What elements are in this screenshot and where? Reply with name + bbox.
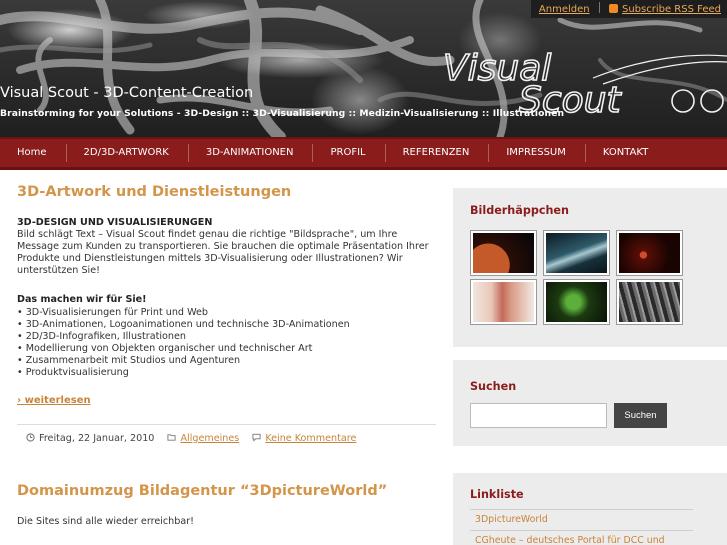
clock-icon [26,433,35,442]
site-title[interactable]: Visual Scout - 3D-Content-Creation [0,85,253,101]
nav-item-home[interactable]: Home [0,144,67,162]
folder-icon [167,434,177,441]
search-widget-title: Suchen [470,380,517,393]
top-links-bar: Anmelden Subscribe RSS Feed [530,0,727,18]
gallery-thumb-4[interactable] [470,279,537,325]
service-list-item: • 2D/3D-Infografiken, Illustrationen [17,330,186,342]
nav-item-profil[interactable]: PROFIL [313,144,386,162]
post-meta: Freitag, 22 Januar, 2010 Allgemeines Kei… [17,424,436,444]
gallery-widget: Bilderhäppchen [453,188,727,347]
gallery-thumb-6[interactable] [616,279,683,325]
post-comments-link[interactable]: Keine Kommentare [265,433,356,444]
links-divider-top [470,509,693,510]
post-para-line: Bild schlägt Text – Visual Scout findet … [17,229,398,241]
gallery-thumb-1[interactable] [470,230,537,276]
post-para-line: unterstützen Sie! [17,265,100,277]
service-list-item: • Modellierung von Objekten organischer … [17,342,313,354]
nav-item-kontakt[interactable]: KONTAKT [586,144,667,162]
top-links-divider [598,2,600,13]
link-item-3dpictureworld[interactable]: 3DpictureWorld [475,514,548,525]
post-para-line: Message zum Kunden zu transportieren. Si… [17,241,429,253]
page: Anmelden Subscribe RSS Feed Visual Scout… [0,0,727,545]
links-widget: Linkliste 3DpictureWorld CGheute – deuts… [453,473,727,545]
comment-icon [252,433,261,442]
rss-feed-link[interactable]: Subscribe RSS Feed [622,4,721,15]
search-input[interactable] [470,403,607,428]
post-heading-services: Das machen wir für Sie! [17,294,147,306]
nav-item-impressum[interactable]: IMPRESSUM [489,144,586,162]
service-list-item: • Produktvisualisierung [17,367,129,379]
search-button[interactable]: Suchen [614,403,667,428]
gallery-widget-title: Bilderhäppchen [470,204,569,217]
gallery-thumb-2[interactable] [543,230,610,276]
link-item-cgheute[interactable]: CGheute – deutsches Portal für DCC und [475,535,665,545]
links-widget-title: Linkliste [470,488,524,501]
post-para-line: Produkte und Dienstleistungen mittels 3D… [17,253,403,265]
nav-item-artwork[interactable]: 2D/3D-ARTWORK [67,144,189,162]
service-list-item: • Zusammenarbeit mit Studios und Agentur… [17,354,241,366]
logo-ring-1 [671,89,695,113]
site-description: Brainstorming for your Solutions - 3D-De… [0,108,565,119]
post-title-1[interactable]: 3D-Artwork und Dienstleistungen [17,184,291,200]
gallery-thumb-5[interactable] [543,279,610,325]
post-heading-design: 3D-DESIGN UND VISUALISIERUNGEN [17,217,213,228]
service-list-item: • 3D-Animationen, Logoanimationen und te… [17,318,350,330]
main-navigation: Home 2D/3D-ARTWORK 3D-ANIMATIONEN PROFIL… [0,137,727,170]
rss-icon[interactable] [609,4,618,13]
post-body-1: 3D-DESIGN UND VISUALISIERUNGEN Bild schl… [17,217,447,379]
links-divider [470,530,693,531]
post-title-2[interactable]: Domainumzug Bildagentur “3DpictureWorld” [17,483,387,499]
read-more-link[interactable]: › weiterlesen [17,395,91,406]
header-banner: Anmelden Subscribe RSS Feed Visual Scout… [0,0,727,137]
post-category-link[interactable]: Allgemeines [180,433,239,444]
post-date: Freitag, 22 Januar, 2010 [39,433,155,444]
nav-item-animationen[interactable]: 3D-ANIMATIONEN [189,144,314,162]
gallery-thumb-3[interactable] [616,230,683,276]
logo-ring-2 [700,89,724,113]
nav-item-referenzen[interactable]: REFERENZEN [386,144,490,162]
service-list-item: • 3D-Visualisierungen für Print und Web [17,306,208,318]
search-widget: Suchen Suchen [453,360,727,446]
post-body-2: Die Sites sind alle wieder erreichbar! [17,516,195,527]
login-link[interactable]: Anmelden [539,4,590,15]
